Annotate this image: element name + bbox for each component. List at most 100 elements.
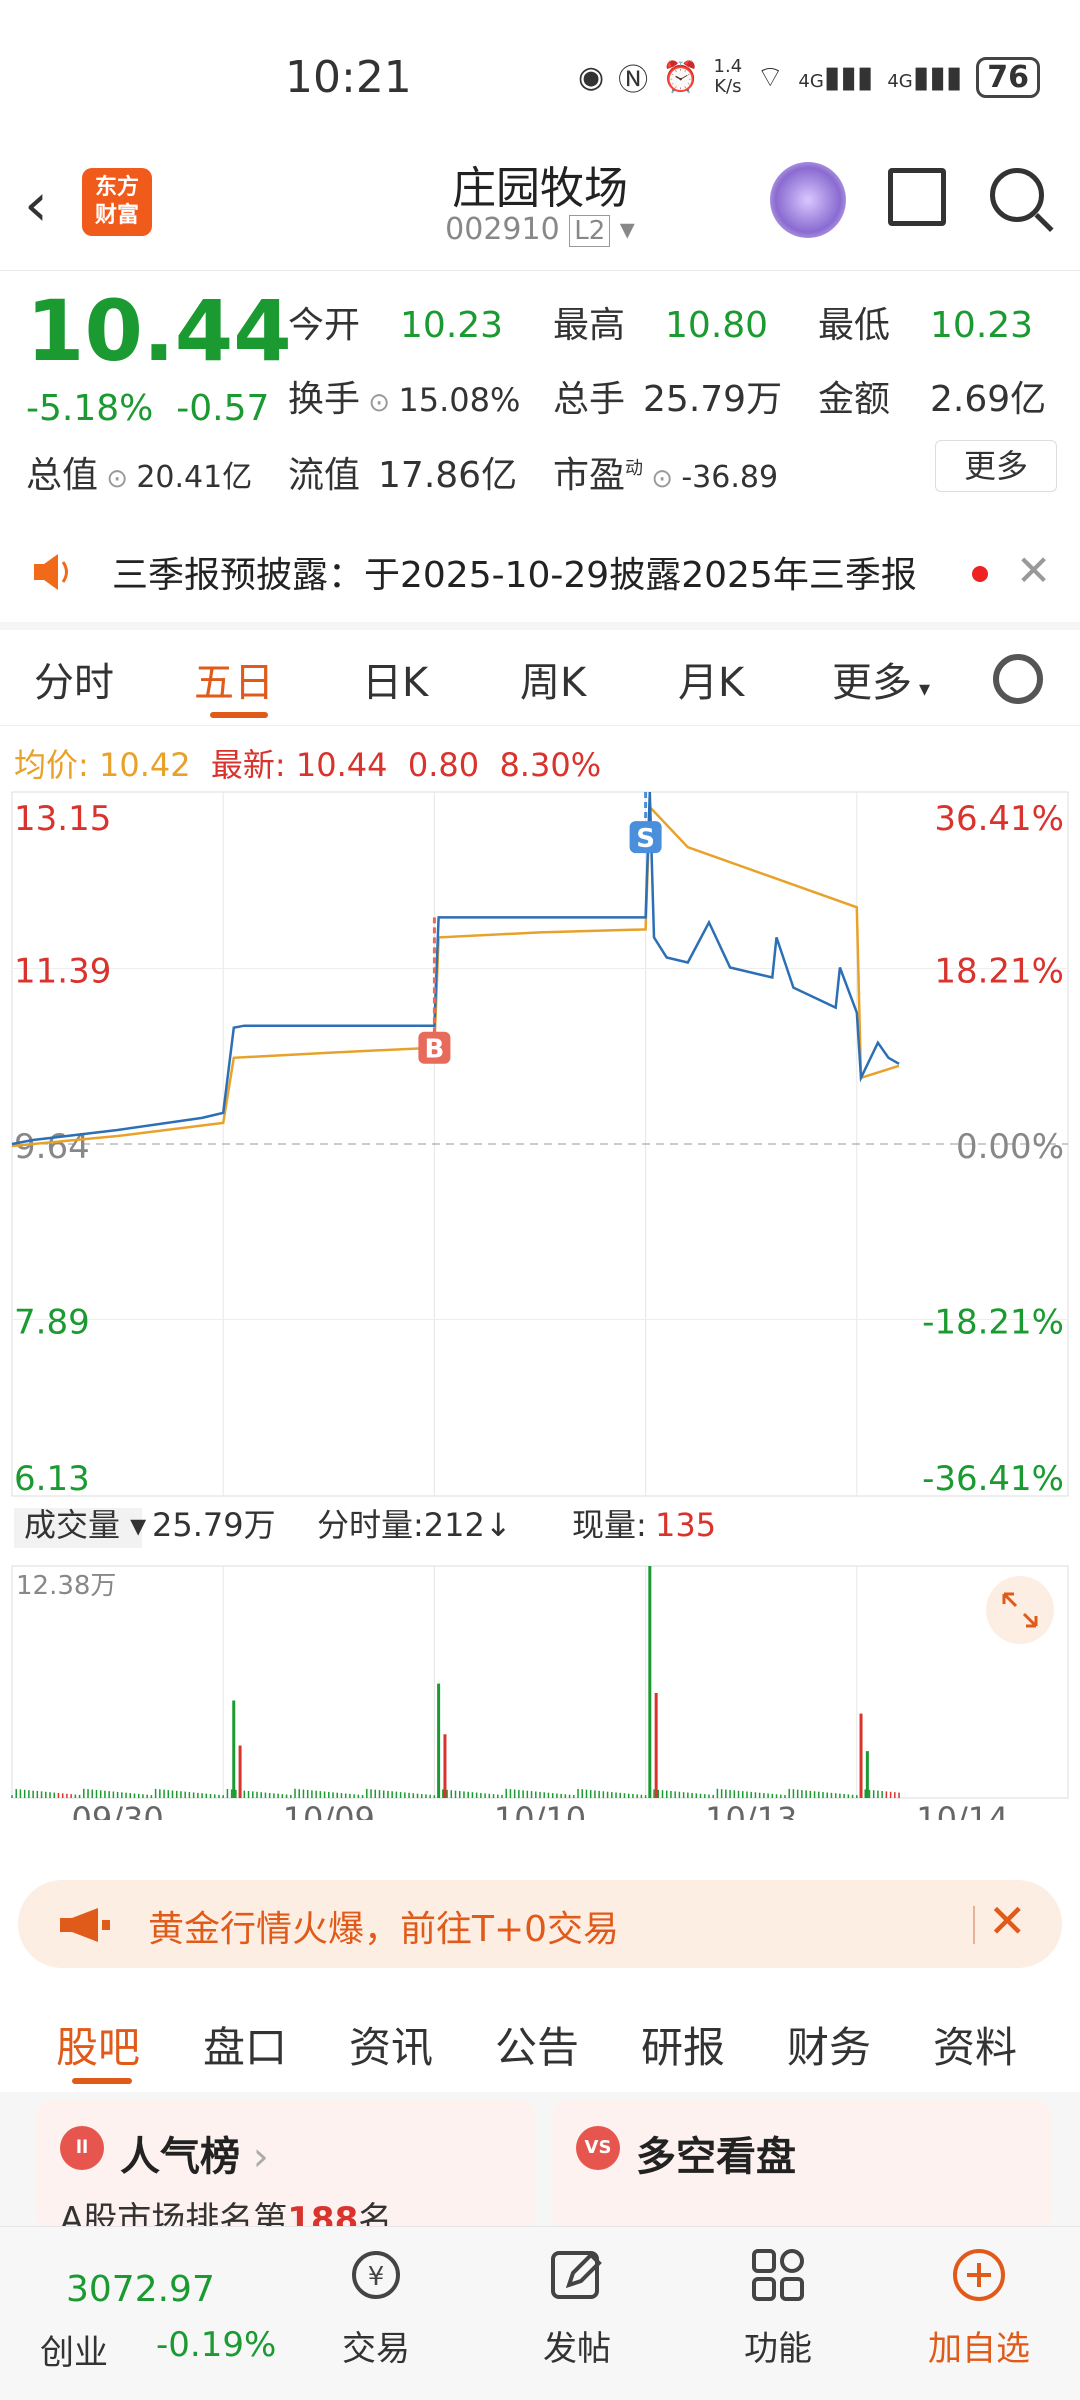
y-tick-left: 9.64	[14, 1127, 90, 1167]
five-day-chart[interactable]: 13.15 36.41% 11.39 18.21% 9.64 0.00% 7.89 -18.2…	[0, 780, 1080, 1838]
x-tick-label: 10/13	[705, 1800, 797, 1820]
promo-banner[interactable]: 黄金行情火爆，前往T+0交易 ✕	[18, 1880, 1062, 1968]
low-field: 最低 10.23	[818, 305, 1034, 346]
nav-functions[interactable]: 功能	[718, 2247, 838, 2370]
pe-field: 市盈动 ⊙ -36.89	[553, 455, 779, 496]
yen-icon: ¥	[352, 2251, 400, 2299]
volume-total: 25.79万	[152, 1506, 276, 1544]
battery-icon: 76	[976, 56, 1040, 98]
unread-dot	[972, 566, 988, 582]
x-tick-label: 10/09	[283, 1800, 375, 1820]
robot-assistant-icon[interactable]	[770, 162, 846, 238]
x-tick-label: 10/10	[494, 1800, 586, 1820]
megaphone-icon	[60, 1908, 110, 1942]
current-price: 10.44	[26, 282, 292, 380]
tab-guba[interactable]: 股吧	[56, 2014, 140, 2075]
share-icon[interactable]	[888, 168, 946, 226]
nfc-icon: Ⓝ	[618, 63, 649, 98]
chart-area[interactable]: 13.15 36.41% 11.39 18.21% 9.64 0.00% 7.89 -18.2…	[0, 780, 1080, 1838]
nav-add-watchlist[interactable]: 加自选	[919, 2247, 1039, 2370]
y-tick-left: 13.15	[14, 799, 111, 839]
alarm-icon: ⏰	[662, 59, 700, 95]
grid-icon	[752, 2249, 804, 2301]
tab-pankou[interactable]: 盘口	[203, 2014, 287, 2075]
current-volume-label: 现量:	[572, 1506, 647, 1544]
net-speed: 1.4 K/s	[713, 56, 743, 97]
tab-monthly-k[interactable]: 月K	[678, 650, 744, 708]
tab-announcements[interactable]: 公告	[495, 2014, 579, 2075]
notice-bar[interactable]: 三季报预披露：于2025-10-29披露2025年三季报 ✕	[0, 520, 1080, 622]
plus-circle-icon	[953, 2249, 1005, 2301]
tab-news[interactable]: 资讯	[349, 2014, 433, 2075]
turnover-field: 换手 ⊙ 15.08%	[288, 379, 521, 420]
header: ‹ 东方 财富 庄园牧场 002910 L2 ▾	[0, 150, 1080, 270]
float-field: 流值 17.86亿	[288, 455, 518, 496]
index-change[interactable]: -0.19%	[156, 2325, 276, 2365]
status-bar: 10:21 ◉ Ⓝ ⏰ 1.4 K/s ⌔ 4G▮▮▮ 4G▮▮▮ 76	[0, 0, 1080, 150]
trade-marker-label: S	[636, 824, 655, 854]
popularity-card[interactable]: ll 人气榜 › A股市场排名第188名	[36, 2100, 536, 2240]
tab-five-day[interactable]: 五日	[194, 650, 274, 708]
bottom-nav: 3072.97 创业 -0.19% ¥ 交易 发帖 功能 加自选	[0, 2226, 1080, 2400]
tab-underline	[72, 2078, 132, 2084]
vs-icon: VS	[576, 2126, 620, 2170]
edit-icon	[551, 2251, 602, 2299]
tab-daily-k[interactable]: 日K	[362, 650, 428, 708]
nav-post[interactable]: 发帖	[517, 2247, 637, 2370]
more-button[interactable]: 更多	[935, 440, 1057, 492]
tab-intraday[interactable]: 分时	[34, 650, 114, 708]
y-tick-right: 0.00%	[956, 1127, 1064, 1167]
nav-trade[interactable]: ¥ 交易	[316, 2247, 436, 2370]
wifi-icon: ⌔	[756, 60, 785, 95]
mktcap-field: 总值 ⊙ 20.41亿	[26, 455, 253, 496]
notice-text: 三季报预披露：于2025-10-29披露2025年三季报	[112, 555, 917, 596]
banner-text: 黄金行情火爆，前往T+0交易	[148, 1909, 620, 1950]
tab-finance[interactable]: 财务	[787, 2014, 871, 2075]
chart-icon: ll	[60, 2126, 104, 2170]
open-field: 今开 10.23	[288, 305, 504, 346]
y-tick-left: 11.39	[14, 952, 111, 992]
volume-max-label: 12.38万	[16, 1571, 116, 1601]
volume-frame	[11, 1565, 1069, 1799]
tab-weekly-k[interactable]: 周K	[520, 650, 586, 708]
y-tick-left: 6.13	[14, 1459, 90, 1499]
y-tick-left: 7.89	[14, 1302, 90, 1342]
y-tick-right: 36.41%	[934, 799, 1064, 839]
chart-tabs: 分时 五日 日K 周K 月K 更多 ▾	[0, 630, 1080, 726]
amount-field: 金额 2.69亿	[818, 379, 1047, 420]
volume-title: 成交量 ▾	[24, 1506, 146, 1544]
card-title: 人气榜 ›	[120, 2134, 269, 2180]
volume-field: 总手 25.79万	[553, 379, 783, 420]
bull-bear-card[interactable]: VS 多空看盘	[552, 2100, 1052, 2230]
close-icon[interactable]: ✕	[988, 1894, 1027, 1948]
status-time: 10:21	[285, 52, 412, 103]
index-value[interactable]: 3072.97	[66, 2269, 215, 2310]
price-line	[11, 791, 900, 1146]
gear-icon[interactable]	[993, 654, 1043, 704]
content-tabs: 股吧 盘口 资讯 公告 研报 财务 资料	[0, 1990, 1080, 2090]
y-tick-right: -36.41%	[922, 1459, 1064, 1499]
close-icon[interactable]: ✕	[1016, 546, 1051, 595]
expand-button	[986, 1576, 1054, 1644]
period-volume: 分时量:212↓	[317, 1506, 512, 1544]
x-tick-label: 10/14	[916, 1800, 1008, 1820]
y-tick-right: -18.21%	[922, 1302, 1064, 1342]
price-change: -5.18% -0.57	[26, 388, 270, 429]
high-field: 最高 10.80	[553, 305, 769, 346]
card-title: 多空看盘	[636, 2134, 796, 2180]
x-tick-label: 09/30	[71, 1800, 163, 1820]
index-name[interactable]: 创业	[40, 2325, 108, 2374]
signal-icon-2: 4G▮▮▮	[887, 59, 963, 95]
tab-more[interactable]: 更多 ▾	[832, 650, 930, 708]
tab-underline	[210, 712, 268, 718]
current-volume: 135	[655, 1506, 716, 1544]
tab-research[interactable]: 研报	[641, 2014, 725, 2075]
speaker-icon	[34, 554, 68, 590]
signal-icon-1: 4G▮▮▮	[798, 59, 874, 95]
search-icon[interactable]	[990, 168, 1044, 222]
tab-profile[interactable]: 资料	[933, 2014, 1017, 2075]
cards-row: ll 人气榜 › A股市场排名第188名 VS 多空看盘	[0, 2092, 1080, 2240]
y-tick-right: 18.21%	[934, 952, 1064, 992]
quote-panel: 10.44 -5.18% -0.57 今开 10.23 最高 10.80 最低 10.…	[0, 270, 1080, 520]
svg-text:¥: ¥	[368, 2262, 385, 2292]
